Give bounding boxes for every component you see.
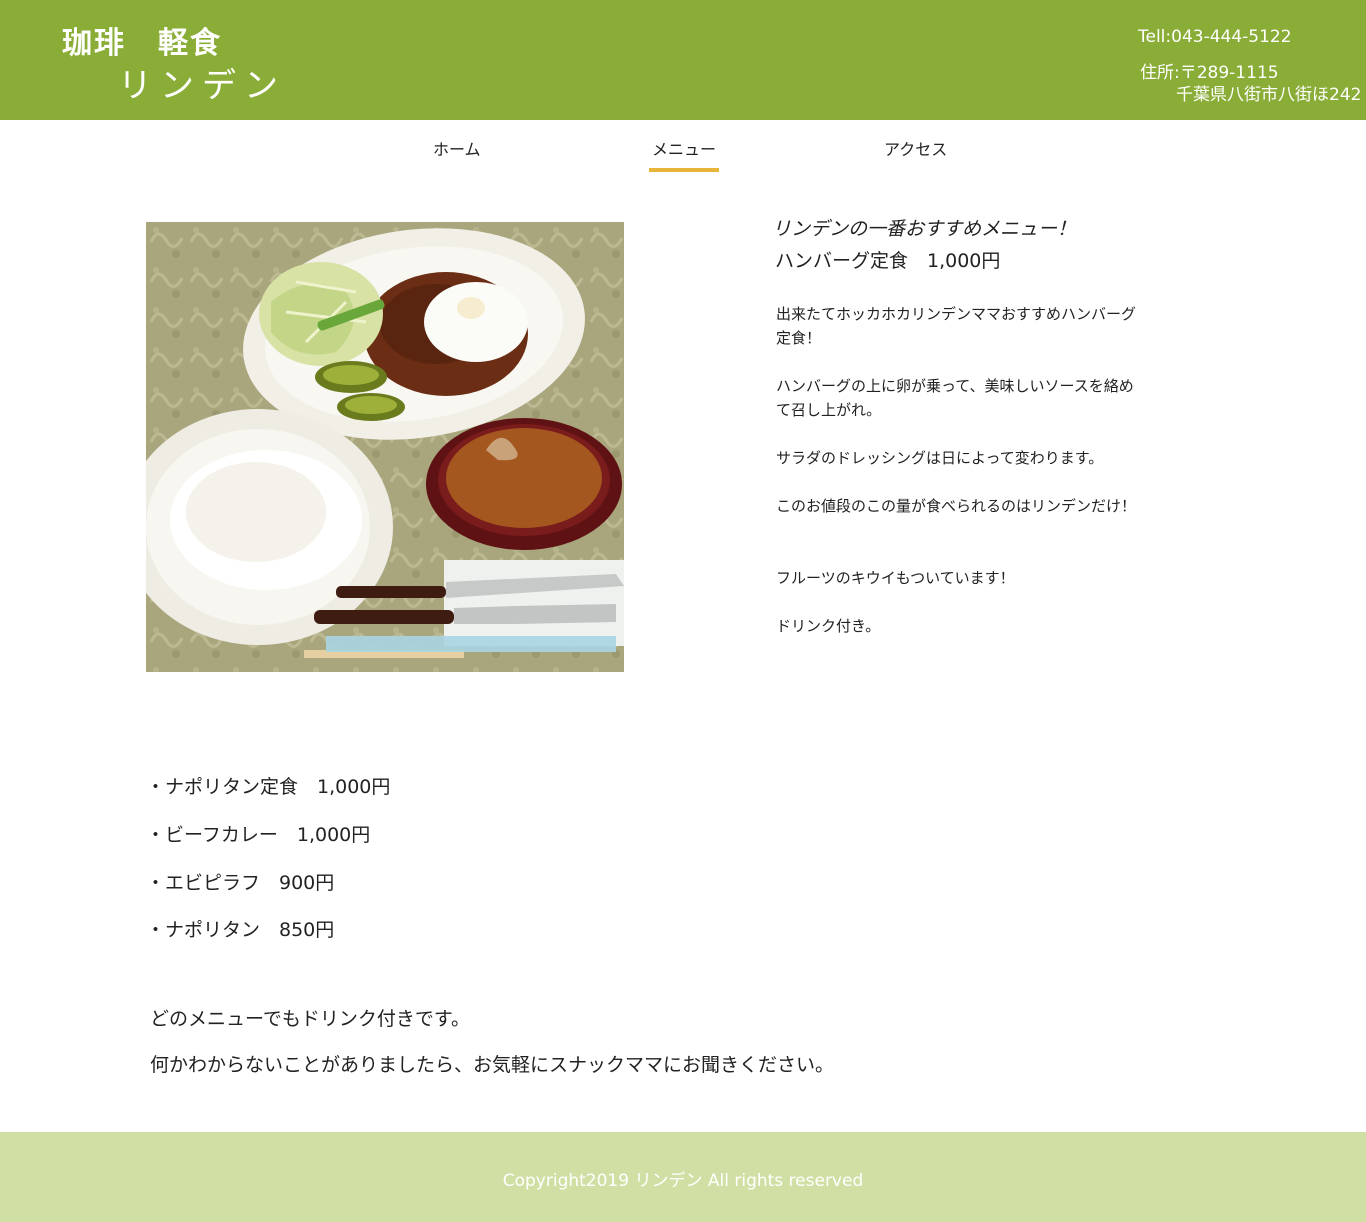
contact-address: 千葉県八街市八街ほ242	[1176, 85, 1362, 105]
featured-title: ハンバーグ定食 1,000円	[775, 250, 1001, 272]
nav-item-home[interactable]: ホーム	[433, 136, 481, 168]
featured-paragraph: 出来たてホッカホカリンデンママおすすめハンバーグ定食！	[776, 305, 1137, 347]
menu-list-item: ・エビピラフ 900円	[146, 872, 335, 894]
food-photo-illustration	[146, 222, 624, 672]
featured-paragraph: ドリンク付き。	[776, 617, 881, 635]
drink-note: どのメニューでもドリンク付きです。	[150, 1008, 470, 1030]
menu-list-item: ・ナポリタン定食 1,000円	[146, 776, 391, 798]
copyright-text: Copyright2019 リンデン All rights reserved	[502, 1171, 864, 1191]
contact-phone: Tell:043-444-5122	[1138, 27, 1292, 47]
hamburg-set-photo	[146, 222, 624, 672]
featured-paragraph: ハンバーグの上に卵が乗って、美味しいソースを絡めて召し上がれ。	[776, 377, 1134, 419]
nav-item-menu[interactable]: メニュー	[649, 136, 720, 172]
site-header: 珈琲 軽食 リンデン Tell:043-444-5122 住所:〒289-111…	[0, 0, 1366, 120]
nav-item-access[interactable]: アクセス	[884, 136, 947, 168]
site-logo-subtitle[interactable]: 珈琲 軽食	[62, 18, 222, 62]
featured-kicker: リンデンの一番おすすめメニュー！	[772, 218, 1077, 240]
featured-paragraph: このお値段のこの量が食べられるのはリンデンだけ！	[776, 497, 1137, 515]
site-footer: Copyright2019 リンデン All rights reserved	[0, 1132, 1366, 1222]
featured-paragraph: フルーツのキウイもついています！	[776, 569, 1015, 587]
menu-list-item: ・ナポリタン 850円	[146, 919, 335, 941]
featured-description: 出来たてホッカホカリンデンママおすすめハンバーグ定食！ ハンバーグの上に卵が乗っ…	[776, 302, 1138, 638]
site-logo-name[interactable]: リンデン	[118, 58, 286, 107]
inquiry-note: 何かわからないことがありましたら、お気軽にスナックママにお聞きください。	[150, 1054, 835, 1076]
featured-paragraph: サラダのドレッシングは日によって変わります。	[776, 449, 1104, 467]
menu-list-item: ・ビーフカレー 1,000円	[146, 824, 371, 846]
